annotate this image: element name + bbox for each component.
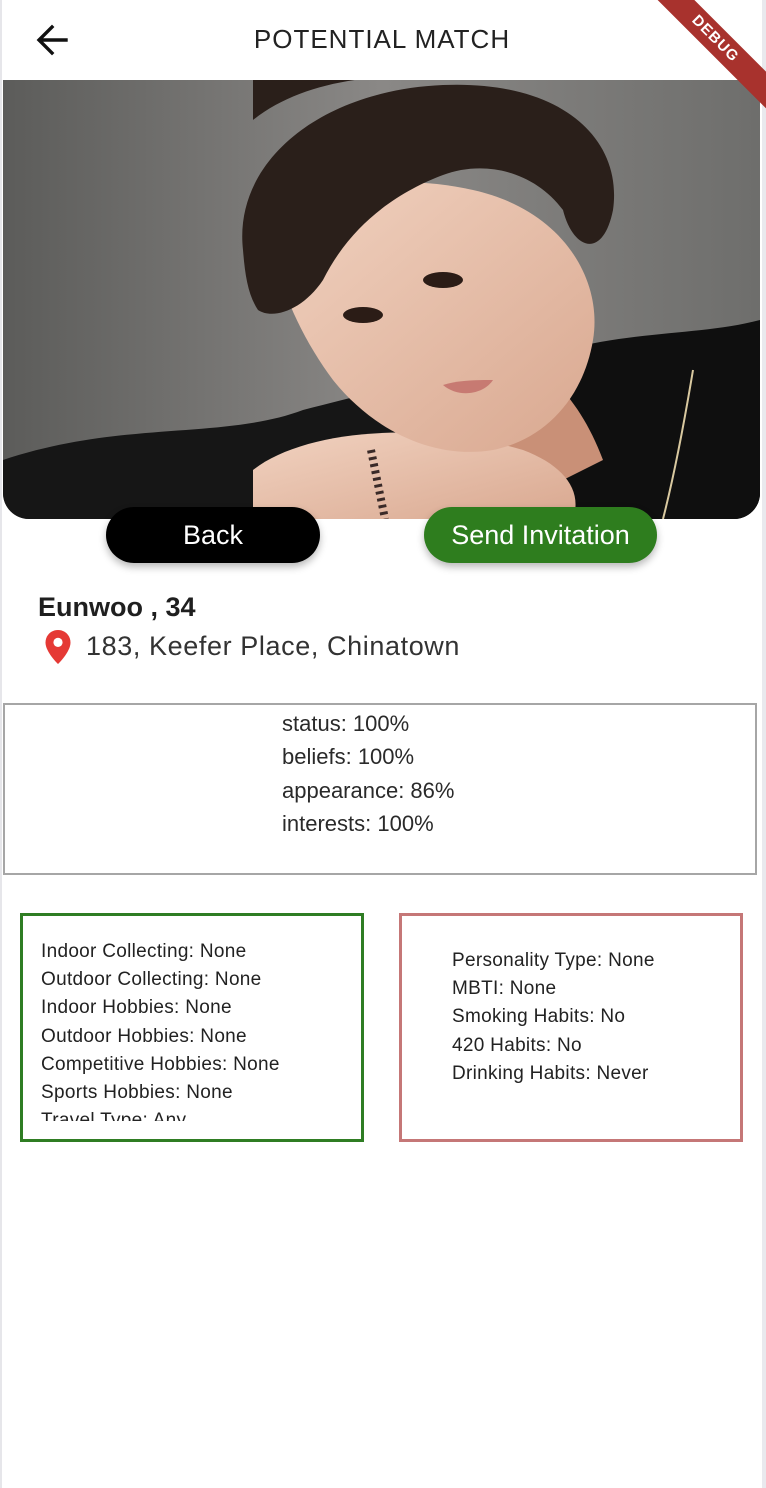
hobby-item: Outdoor Collecting: None [41,969,262,991]
send-invitation-button[interactable]: Send Invitation [424,507,657,563]
profile-photo [3,80,760,519]
back-button[interactable]: Back [106,507,320,563]
hobbies-card[interactable]: Indoor Collecting: None Outdoor Collecti… [20,913,364,1142]
score-interests: interests: 100% [282,811,434,836]
habit-item: Personality Type: None [452,950,655,971]
hobby-item: Travel Type: Any [41,1110,187,1121]
app-bar: POTENTIAL MATCH [2,0,762,80]
location-pin-icon [44,629,72,665]
habit-item: Drinking Habits: Never [452,1062,649,1084]
compatibility-scores: status: 100% beliefs: 100% appearance: 8… [3,703,757,875]
hobby-item: Competitive Hobbies: None [41,1053,280,1075]
profile-address: 183, Keefer Place, Chinatown [86,631,461,661]
habits-card: Personality Type: None MBTI: None Smokin… [399,913,743,1142]
score-beliefs: beliefs: 100% [282,744,415,769]
hobby-item: Sports Hobbies: None [41,1082,233,1104]
habits-list: Personality Type: None MBTI: None Smokin… [452,947,734,1088]
right-edge [762,0,766,1488]
score-appearance: appearance: 86% [282,778,455,803]
habit-item: Smoking Habits: No [452,1006,626,1028]
hobby-item: Indoor Collecting: None [41,941,247,962]
left-edge [0,0,2,1488]
hobbies-list: Indoor Collecting: None Outdoor Collecti… [41,938,355,1121]
hobby-item: Indoor Hobbies: None [41,997,232,1019]
page-title: POTENTIAL MATCH [253,24,511,54]
habit-item: 420 Habits: No [452,1034,582,1056]
profile-name-age: Eunwoo , 34 [38,592,196,622]
score-status: status: 100% [282,711,410,736]
hobby-item: Outdoor Hobbies: None [41,1025,247,1047]
habit-item: MBTI: None [452,978,557,1000]
